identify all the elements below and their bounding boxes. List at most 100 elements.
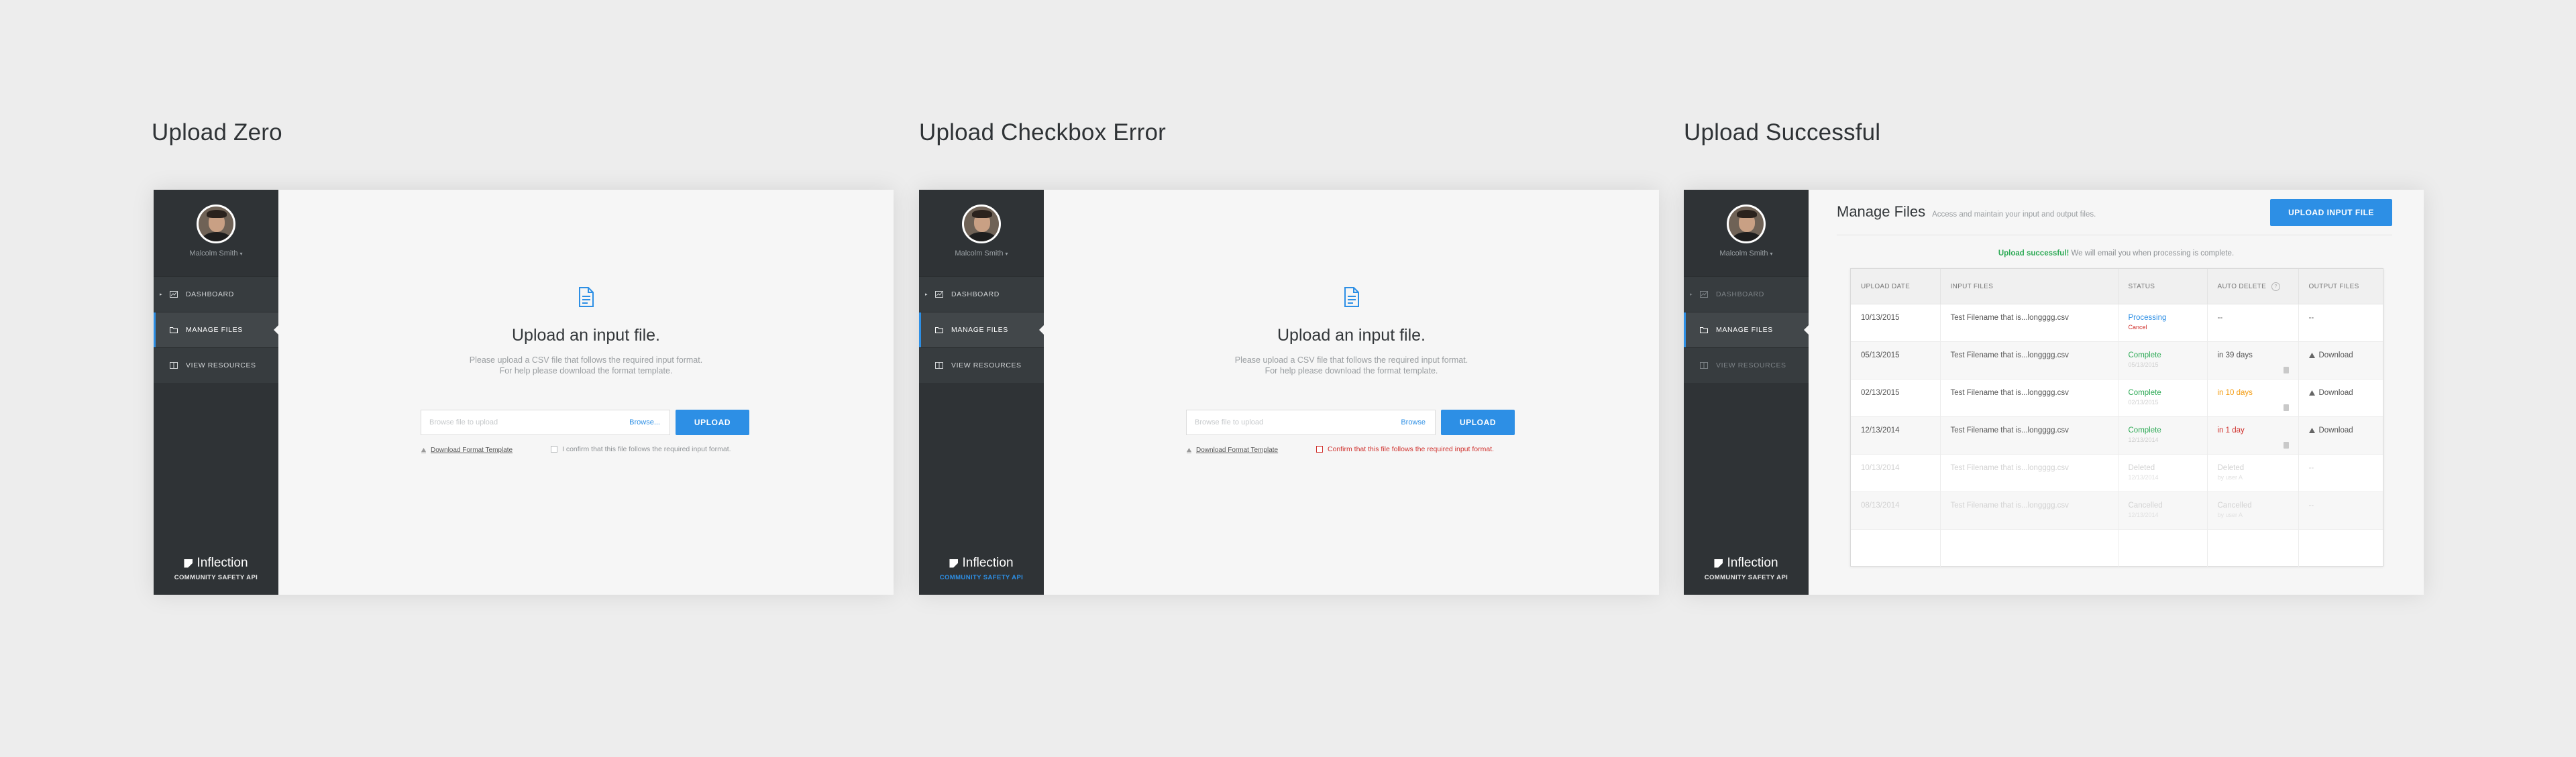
user-menu[interactable]: Malcolm Smith ▾ <box>154 249 278 257</box>
sidebar-item-view-resources[interactable]: VIEW RESOURCES <box>1684 347 1809 383</box>
file-picker[interactable]: Browse file to upload Browse <box>1186 410 1436 435</box>
sidebar-item-dashboard[interactable]: ▸ DASHBOARD <box>154 276 278 312</box>
input-file-cell[interactable]: Test Filename that is...longggg.csv <box>1940 416 2118 455</box>
checkbox[interactable] <box>551 446 557 453</box>
upload-date-cell: 08/13/2014 <box>1851 491 1941 530</box>
upload-desc-line: For help please download the format temp… <box>499 366 673 375</box>
output-file-cell[interactable]: Download <box>2298 341 2383 380</box>
logo: Inflection <box>154 556 278 571</box>
input-file-cell[interactable]: Test Filename that is...longggg.csv <box>1940 304 2118 342</box>
board-title: Upload Successful <box>1684 119 1881 145</box>
file-picker-placeholder: Browse file to upload <box>429 418 498 426</box>
table-row: 10/13/2015 Test Filename that is...longg… <box>1851 304 2383 342</box>
sidebar-item-label: MANAGE FILES <box>951 326 1008 334</box>
download-link[interactable]: Download <box>2319 389 2353 397</box>
sidebar-item-manage-files[interactable]: MANAGE FILES <box>919 312 1044 347</box>
sidebar-item-dashboard[interactable]: ▸ DASHBOARD <box>919 276 1044 312</box>
output-file-cell[interactable]: Download <box>2298 379 2383 417</box>
status-date: 05/13/2015 <box>2128 361 2159 368</box>
download-template-label: Download Format Template <box>1196 447 1279 454</box>
success-rest: We will email you when processing is com… <box>2071 249 2235 257</box>
trash-icon[interactable] <box>2283 404 2289 411</box>
logo: Inflection <box>1684 556 1809 571</box>
dashboard-icon <box>170 291 178 298</box>
output-file-cell[interactable]: Download <box>2298 416 2383 455</box>
status-date: 12/13/2014 <box>2128 512 2159 518</box>
download-template-label: Download Format Template <box>431 447 513 454</box>
upload-input-file-button[interactable]: UPLOAD INPUT FILE <box>2270 199 2392 226</box>
success-strong: Upload successful! <box>1998 249 2070 257</box>
sidebar-item-label: VIEW RESOURCES <box>186 361 256 369</box>
avatar[interactable] <box>1727 205 1766 243</box>
trash-icon[interactable] <box>2283 442 2289 449</box>
download-link[interactable]: Download <box>2319 351 2353 359</box>
folder-icon <box>170 327 178 333</box>
sidebar-item-dashboard[interactable]: ▸ DASHBOARD <box>1684 276 1809 312</box>
auto-delete-text: in 1 day <box>2217 426 2245 434</box>
user-name: Malcolm Smith <box>955 249 1004 257</box>
download-template-link[interactable]: Download Format Template <box>1186 447 1278 454</box>
logo-mark-icon <box>949 559 959 568</box>
empty-cell <box>2118 529 2208 567</box>
user-menu[interactable]: Malcolm Smith ▾ <box>919 249 1044 257</box>
status-date: 12/13/2014 <box>2128 436 2159 443</box>
avatar[interactable] <box>962 205 1001 243</box>
book-icon <box>935 362 943 369</box>
table-row: 12/13/2014 Test Filename that is...longg… <box>1851 416 2383 455</box>
sidebar-item-manage-files[interactable]: MANAGE FILES <box>1684 312 1809 347</box>
download-icon <box>2308 390 2315 396</box>
upload-date-cell: 10/13/2014 <box>1851 454 1941 492</box>
upload-button[interactable]: UPLOAD <box>1441 410 1515 435</box>
chevron-down-icon: ▾ <box>1770 251 1773 257</box>
trash-icon[interactable] <box>2283 367 2289 373</box>
output-file-cell: -- <box>2298 491 2383 530</box>
cancel-link[interactable]: Cancel <box>2129 324 2206 331</box>
input-file-cell[interactable]: Test Filename that is...longggg.csv <box>1940 341 2118 380</box>
chevron-down-icon: ▾ <box>239 251 243 257</box>
empty-cell <box>1851 529 1941 567</box>
column-header[interactable]: STATUS <box>2118 269 2208 304</box>
folder-icon <box>935 327 943 333</box>
upload-desc-line: For help please download the format temp… <box>1265 366 1438 375</box>
column-header[interactable]: INPUT FILES <box>1940 269 2118 304</box>
column-header[interactable]: UPLOAD DATE <box>1851 269 1941 304</box>
input-file-cell[interactable]: Test Filename that is...longggg.csv <box>1940 379 2118 417</box>
checkbox[interactable] <box>1316 446 1323 453</box>
confirm-checkbox-error[interactable]: Confirm that this file follows the requi… <box>1316 445 1494 453</box>
auto-delete-text: in 10 days <box>2217 389 2253 397</box>
sidebar-item-view-resources[interactable]: VIEW RESOURCES <box>919 347 1044 383</box>
status-cell: Complete 12/13/2014 <box>2118 416 2208 455</box>
status-text: Deleted <box>2128 464 2155 472</box>
output-file-cell: -- <box>2298 454 2383 492</box>
sidebar-item-label: DASHBOARD <box>951 290 1000 298</box>
status-cell: Complete 02/13/2015 <box>2118 379 2208 417</box>
sidebar-item-label: DASHBOARD <box>1716 290 1764 298</box>
status-cell: Cancelled 12/13/2014 <box>2118 491 2208 530</box>
status-cell: Processing Cancel <box>2118 304 2208 342</box>
empty-cell <box>2207 529 2299 567</box>
file-picker[interactable]: Browse file to upload Browse... <box>421 410 670 435</box>
screen-upload-checkbox-error: Malcolm Smith ▾ ▸ DASHBOARD MANAGE FILES … <box>919 190 1659 595</box>
browse-link[interactable]: Browse... <box>629 418 660 426</box>
avatar[interactable] <box>197 205 235 243</box>
column-header[interactable]: OUTPUT FILES <box>2298 269 2383 304</box>
upload-row: Browse file to upload Browse UPLOAD <box>1186 410 1515 436</box>
confirm-label: Confirm that this file follows the requi… <box>1328 445 1495 453</box>
main-content: Manage Files Access and maintain your in… <box>1809 190 2424 595</box>
upload-button[interactable]: UPLOAD <box>676 410 749 435</box>
sidebar-item-view-resources[interactable]: VIEW RESOURCES <box>154 347 278 383</box>
status-cell: Complete 05/13/2015 <box>2118 341 2208 380</box>
download-link[interactable]: Download <box>2319 426 2353 434</box>
user-menu[interactable]: Malcolm Smith ▾ <box>1684 249 1809 257</box>
screen-upload-successful: Malcolm Smith ▾ ▸ DASHBOARD MANAGE FILES … <box>1684 190 2424 595</box>
browse-link[interactable]: Browse <box>1401 418 1426 426</box>
download-template-link[interactable]: Download Format Template <box>421 447 513 454</box>
sidebar-item-manage-files[interactable]: MANAGE FILES <box>154 312 278 347</box>
column-header-auto-delete[interactable]: AUTO DELETE? <box>2207 269 2299 304</box>
auto-delete-text: in 39 days <box>2217 351 2253 359</box>
status-date: 12/13/2014 <box>2128 474 2159 481</box>
help-icon[interactable]: ? <box>2271 282 2281 291</box>
brand-name: Inflection <box>1727 556 1778 570</box>
confirm-checkbox[interactable]: I confirm that this file follows the req… <box>551 445 731 453</box>
file-picker-placeholder: Browse file to upload <box>1195 418 1264 426</box>
